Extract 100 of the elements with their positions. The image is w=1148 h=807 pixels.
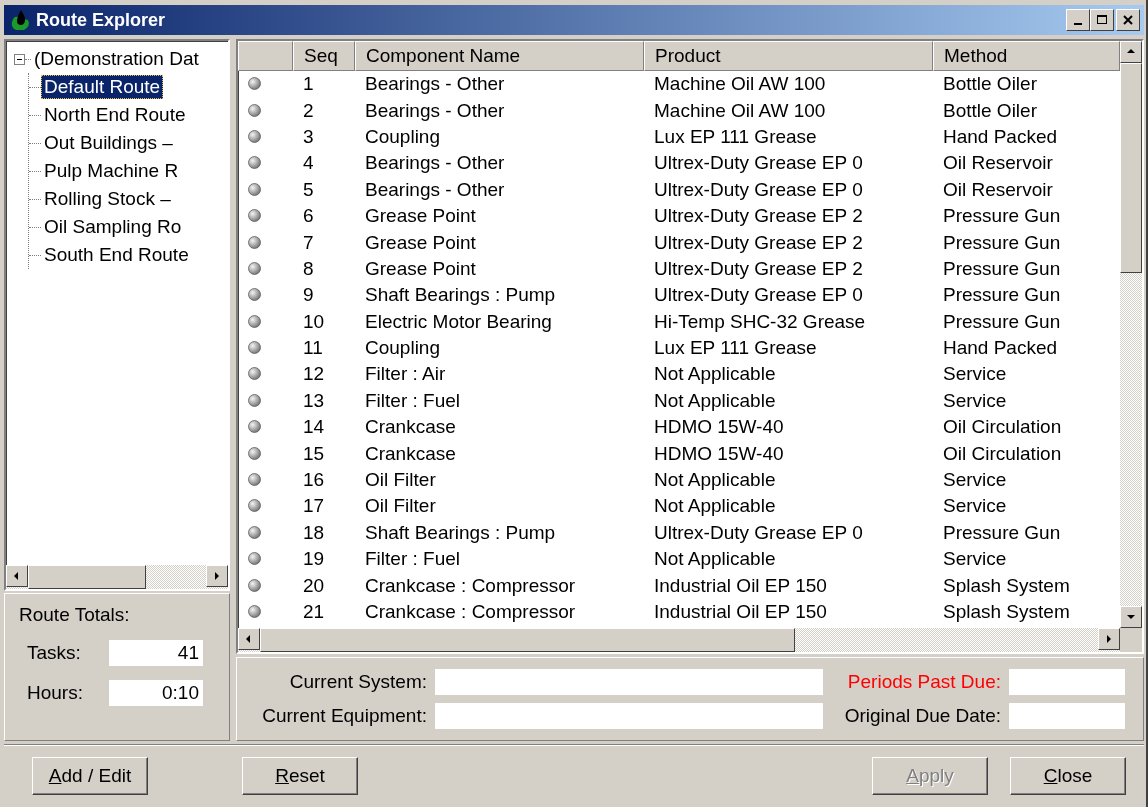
scroll-left-button[interactable] <box>6 565 28 587</box>
table-cell-text: Not Applicable <box>653 548 777 571</box>
table-cell-text: 7 <box>302 231 315 254</box>
input-field[interactable] <box>435 703 823 729</box>
status-dot-icon <box>248 209 261 223</box>
table-cell-text: 3 <box>302 125 315 148</box>
table-cell-text: Ultrex-Duty Grease EP 0 <box>653 521 864 544</box>
table-cell-text: Electric Motor Bearing <box>364 310 553 333</box>
column-header[interactable]: Component Name <box>355 41 644 71</box>
scrollbar-thumb[interactable] <box>260 628 795 652</box>
table-cell-text: Service <box>942 469 1008 492</box>
status-dot-icon <box>248 420 261 434</box>
dialog-button[interactable]: Close <box>1010 756 1126 795</box>
table-cell-text: Crankcase : Compressor <box>364 574 577 597</box>
scrollbar-thumb[interactable] <box>28 565 146 589</box>
status-dot-icon <box>248 499 261 513</box>
scrollbar-thumb[interactable] <box>1120 63 1142 273</box>
table-cell-text: Crankcase <box>364 416 457 439</box>
tree-item[interactable]: (Demonstration Dat <box>31 47 202 71</box>
value-field: 41 <box>109 640 203 666</box>
input-field[interactable] <box>1009 669 1125 695</box>
table-cell-text: Grease Point <box>364 257 477 280</box>
table-cell-text: Shaft Bearings : Pump <box>364 521 557 544</box>
table-cell-text: Oil Filter <box>364 495 437 518</box>
table-cell-text: 21 <box>302 601 326 623</box>
scroll-up-button[interactable] <box>1120 41 1142 63</box>
window-title: Route Explorer <box>36 9 167 31</box>
table-cell-text: Crankcase : Compressor <box>364 601 577 623</box>
scroll-left-button[interactable] <box>238 628 260 650</box>
table-cell-text: HDMO 15W-40 <box>653 416 785 439</box>
table-cell-text: Filter : Fuel <box>364 548 462 571</box>
table-cell-text: 20 <box>302 574 326 597</box>
table-cell-text: 13 <box>302 389 326 412</box>
table-cell-text: 19 <box>302 548 326 571</box>
table-cell-text: Pressure Gun <box>942 257 1062 280</box>
table-cell-text: Ultrex-Duty Grease EP 2 <box>653 205 864 228</box>
table-cell-text: Ultrex-Duty Grease EP 0 <box>653 284 864 307</box>
table-cell-text: 18 <box>302 521 326 544</box>
table-cell-text: 16 <box>302 469 326 492</box>
status-dot-icon <box>248 552 261 566</box>
table-cell-text: Service <box>942 389 1008 412</box>
table-cell-text: 10 <box>302 310 326 333</box>
field-label: Periods Past Due: <box>846 670 1001 694</box>
table-cell-text: Ultrex-Duty Grease EP 2 <box>653 257 864 280</box>
table-cell-text: Ultrex-Duty Grease EP 0 <box>653 152 864 175</box>
table-cell-text: Pressure Gun <box>942 310 1062 333</box>
status-dot-icon <box>248 77 261 91</box>
status-dot-icon <box>248 578 261 592</box>
minimize-icon <box>1074 23 1082 25</box>
table-cell-text: Bearings - Other <box>364 73 506 96</box>
field-label: Current System: <box>288 670 427 694</box>
tree-item[interactable]: Pulp Machine R <box>41 159 182 183</box>
minimize-button[interactable] <box>1066 9 1090 31</box>
table-cell-text: Lux EP 111 Grease <box>653 337 818 360</box>
value-field: 0:10 <box>109 680 203 706</box>
field-label: Hours: <box>27 682 84 704</box>
column-header[interactable] <box>238 41 293 71</box>
table-cell-text: Service <box>942 548 1008 571</box>
column-header[interactable]: Product <box>644 41 933 71</box>
field-label: Current Equipment: <box>261 704 427 728</box>
table-cell-text: Splash System <box>942 574 1071 597</box>
table-cell-text: Filter : Air <box>364 363 447 386</box>
table-cell-text: Ultrex-Duty Grease EP 2 <box>653 231 864 254</box>
input-field[interactable] <box>435 669 823 695</box>
tree-item[interactable]: South End Route <box>41 243 192 267</box>
table-cell-text: 2 <box>302 99 315 122</box>
table-cell-text: 4 <box>302 152 315 175</box>
tree-item[interactable]: Out Buildings – <box>41 131 176 155</box>
table-cell-text: Pressure Gun <box>942 231 1062 254</box>
table-cell-text: Coupling <box>364 125 441 148</box>
column-header[interactable]: Seq <box>293 41 355 71</box>
status-dot-icon <box>248 261 261 275</box>
tree-item[interactable]: Default Route <box>41 75 164 99</box>
tree-item[interactable]: Rolling Stock – <box>41 187 174 211</box>
oil-drop-icon <box>10 8 32 32</box>
table-cell-text: Hand Packed <box>942 125 1059 148</box>
status-dot-icon <box>248 367 261 381</box>
field-label: Original Due Date: <box>843 704 1001 728</box>
tree-item[interactable]: North End Route <box>41 103 189 127</box>
table-cell-text: Industrial Oil EP 150 <box>653 574 828 597</box>
table-cell-text: 9 <box>302 284 315 307</box>
column-header[interactable]: Method <box>933 41 1120 71</box>
table-cell-text: Filter : Fuel <box>364 389 462 412</box>
close-icon <box>1122 14 1134 26</box>
maximize-button[interactable] <box>1090 9 1114 31</box>
scroll-right-button[interactable] <box>206 565 228 587</box>
table-cell-text: Pressure Gun <box>942 205 1062 228</box>
scroll-down-button[interactable] <box>1120 606 1142 628</box>
tree-item[interactable]: Oil Sampling Ro <box>41 215 185 239</box>
input-field[interactable] <box>1009 703 1125 729</box>
scroll-right-button[interactable] <box>1098 628 1120 650</box>
table-cell-text: Splash System <box>942 601 1071 623</box>
table-cell-text: Service <box>942 363 1008 386</box>
table-cell-text: Oil Reservoir <box>942 178 1054 201</box>
dialog-button[interactable]: Reset <box>242 756 358 795</box>
dialog-button[interactable]: Add / Edit <box>32 756 148 795</box>
table-cell-text: Oil Circulation <box>942 442 1063 465</box>
close-button[interactable] <box>1116 9 1140 31</box>
table-cell-text: Industrial Oil EP 150 <box>653 601 828 623</box>
collapse-icon[interactable] <box>14 53 25 65</box>
